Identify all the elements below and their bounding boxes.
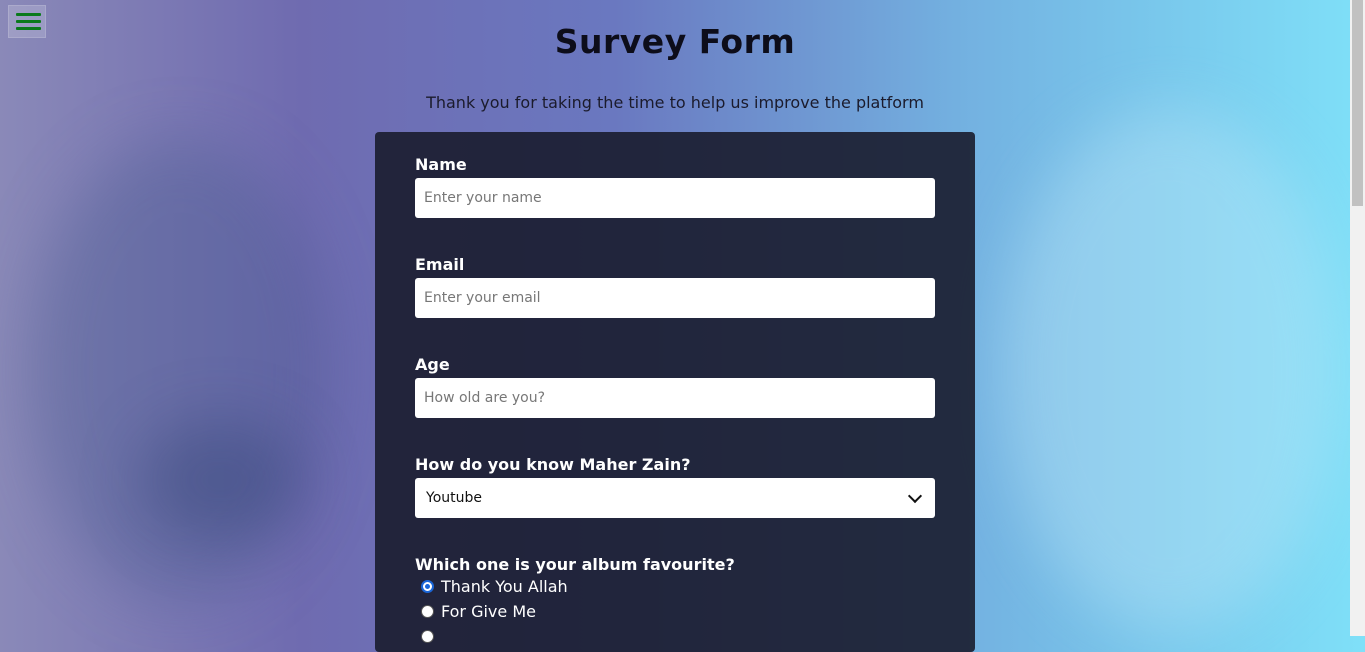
survey-form: Name Email Age How do you know Maher Zai… (375, 132, 975, 652)
album-label: Which one is your album favourite? (415, 555, 735, 574)
source-selected-value: Youtube (426, 490, 482, 506)
source-group: How do you know Maher Zain? Youtube (415, 455, 935, 518)
background-blur (30, 140, 330, 600)
name-input[interactable] (415, 178, 935, 218)
vertical-scrollbar[interactable] (1350, 0, 1365, 636)
name-label: Name (415, 155, 467, 174)
email-label: Email (415, 255, 465, 274)
background-blur (1000, 110, 1340, 630)
album-option-label: Thank You Allah (441, 577, 568, 596)
background-blur (140, 420, 300, 540)
radio-button-checked[interactable] (421, 580, 434, 593)
page-title: Survey Form (554, 22, 796, 61)
album-option[interactable]: Thank You Allah (421, 574, 935, 599)
source-dropdown[interactable]: Youtube (415, 478, 935, 518)
menu-bar (16, 13, 41, 16)
album-option-partial[interactable] (421, 624, 935, 649)
chevron-down-icon (907, 488, 923, 504)
album-group: Which one is your album favourite? Thank… (415, 555, 935, 649)
radio-button[interactable] (421, 630, 434, 643)
page-description: Thank you for taking the time to help us… (426, 93, 924, 112)
email-group: Email (415, 255, 935, 318)
age-input[interactable] (415, 378, 935, 418)
email-input[interactable] (415, 278, 935, 318)
age-group: Age (415, 355, 935, 418)
name-group: Name (415, 155, 935, 218)
age-label: Age (415, 355, 450, 374)
album-option[interactable]: For Give Me (421, 599, 935, 624)
album-option-label: For Give Me (441, 602, 536, 621)
scrollbar-thumb[interactable] (1352, 0, 1363, 206)
radio-button[interactable] (421, 605, 434, 618)
source-label: How do you know Maher Zain? (415, 455, 691, 474)
